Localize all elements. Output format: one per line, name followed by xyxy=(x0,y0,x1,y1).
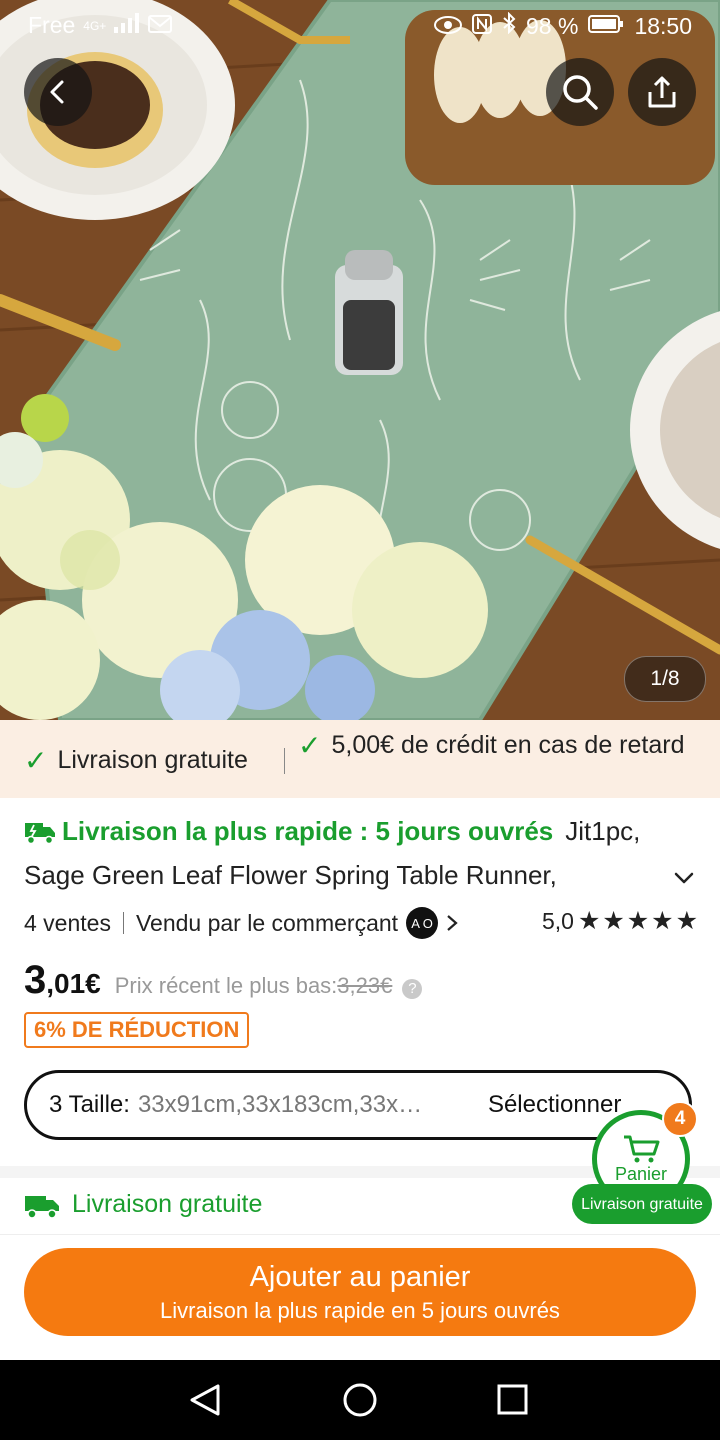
fast-delivery-label: Livraison la plus rapide : 5 jours ouvré… xyxy=(24,816,553,847)
banner-divider xyxy=(284,748,285,774)
truck-icon xyxy=(25,822,55,844)
title-part2: Sage Green Leaf Flower Spring Table Runn… xyxy=(24,860,557,890)
cart-count-badge: 4 xyxy=(662,1101,698,1137)
delivery-banner: ✓ Livraison gratuite ✓ 5,00€ de crédit e… xyxy=(0,720,720,798)
add-to-cart-label: Ajouter au panier xyxy=(249,1260,471,1293)
search-button[interactable] xyxy=(546,58,614,126)
product-meta: 4 ventes Vendu par le commerçant A O 5,0… xyxy=(24,906,700,940)
old-price: 3,23€ xyxy=(337,973,393,998)
battery-icon xyxy=(588,13,624,40)
seller-text: Vendu par le commerçant xyxy=(135,909,399,936)
recent-lowest-label: Prix récent le plus bas: xyxy=(114,973,338,998)
chevron-left-icon xyxy=(50,80,64,104)
late-credit-text: 5,00€ de crédit en cas de retard xyxy=(331,731,685,759)
back-button[interactable] xyxy=(24,58,92,126)
size-values: 33x91cm,33x183cm,33x… xyxy=(137,1091,423,1118)
image-pager: 1/8 xyxy=(624,656,706,702)
eye-icon xyxy=(434,13,462,40)
expand-title-button[interactable] xyxy=(672,866,696,896)
help-icon[interactable]: ? xyxy=(402,979,423,999)
free-delivery-text: Livraison gratuite xyxy=(57,746,248,774)
late-credit-badge: ✓ 5,00€ de crédit en cas de retard xyxy=(298,730,698,761)
clock: 18:50 xyxy=(634,12,692,39)
meta-divider xyxy=(122,912,124,934)
product-title[interactable]: Livraison la plus rapide : 5 jours ouvré… xyxy=(24,816,704,847)
back-nav-icon[interactable] xyxy=(190,1384,220,1416)
carrier-label: Free xyxy=(28,12,76,38)
rating[interactable]: 5,0 ★★★★★ xyxy=(542,906,700,936)
check-icon: ✓ xyxy=(298,730,322,761)
add-to-cart-button[interactable]: Ajouter au panier Livraison la plus rapi… xyxy=(24,1248,696,1336)
chevron-down-icon xyxy=(674,872,694,884)
add-to-cart-sublabel: Livraison la plus rapide en 5 jours ouvr… xyxy=(160,1297,560,1323)
mail-icon xyxy=(148,12,173,39)
size-selector[interactable]: 3 Taille: 33x91cm,33x183cm,33x… Sélectio… xyxy=(24,1070,692,1140)
size-label: 3 Taille: xyxy=(49,1091,130,1118)
free-shipping-text: Livraison gratuite xyxy=(72,1190,263,1218)
discount-badge: 6% DE RÉDUCTION xyxy=(24,1012,250,1048)
check-icon: ✓ xyxy=(24,745,48,776)
chevron-right-icon xyxy=(447,915,458,931)
price-decimal: ,01€ xyxy=(46,968,101,999)
rating-value: 5,0 xyxy=(541,907,574,934)
seller-link[interactable]: Vendu par le commerçant A O xyxy=(136,907,460,939)
search-icon xyxy=(563,75,598,110)
title-part1: Jit1pc, xyxy=(565,816,641,846)
share-button[interactable] xyxy=(628,58,696,126)
sales-count: 4 ventes xyxy=(24,909,111,936)
divider xyxy=(0,1234,720,1235)
truck-icon xyxy=(25,1195,59,1219)
nfc-icon xyxy=(472,13,492,40)
free-delivery-badge: ✓ Livraison gratuite xyxy=(24,744,248,777)
network-label: 4G+ xyxy=(83,18,107,33)
star-icons: ★★★★★ xyxy=(577,907,700,935)
fast-delivery-text: Livraison la plus rapide : 5 jours ouvré… xyxy=(62,816,554,846)
recents-nav-icon[interactable] xyxy=(497,1384,528,1415)
battery-percent: 98 % xyxy=(526,12,579,39)
product-photo-illustration xyxy=(0,0,720,720)
home-nav-icon[interactable] xyxy=(343,1383,377,1417)
price-block: 3 ,01€ Prix récent le plus bas:3,23€ ? xyxy=(24,958,423,1003)
seller-badge: A O xyxy=(406,907,439,939)
bluetooth-icon xyxy=(502,11,516,40)
cart-free-delivery-pill: Livraison gratuite xyxy=(572,1184,712,1224)
cart-icon xyxy=(624,1135,660,1162)
system-nav-bar xyxy=(0,1360,720,1440)
free-shipping-row[interactable]: Livraison gratuite xyxy=(24,1190,262,1219)
status-bar: Free 4G+ 98 % 18:50 xyxy=(0,0,720,50)
recent-lowest-price: Prix récent le plus bas:3,23€ xyxy=(115,973,393,999)
signal-icon xyxy=(114,12,140,39)
share-icon xyxy=(648,76,676,108)
product-image[interactable] xyxy=(0,0,720,720)
cart-label: Panier xyxy=(614,1163,668,1184)
select-size-text: Sélectionner xyxy=(487,1091,622,1118)
price-integer: 3 xyxy=(24,958,47,1002)
